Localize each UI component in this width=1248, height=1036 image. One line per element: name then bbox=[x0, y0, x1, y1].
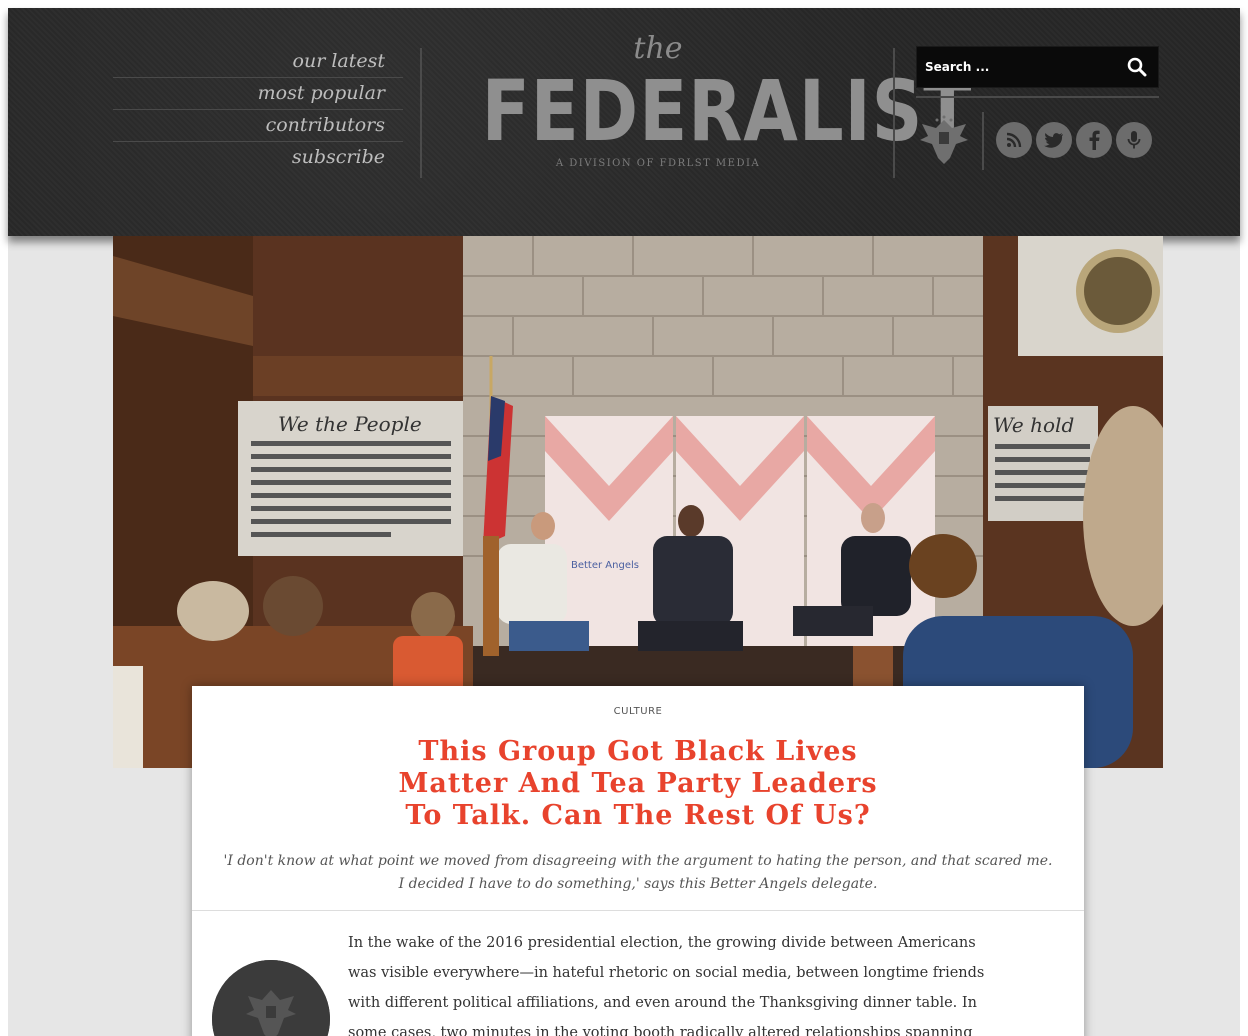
nav-most-popular[interactable]: most popular bbox=[113, 78, 403, 110]
hero-backdrop-label: Better Angels bbox=[571, 560, 639, 571]
search-icon bbox=[1127, 57, 1147, 77]
header-divider-right bbox=[893, 48, 895, 178]
card-divider bbox=[192, 910, 1084, 911]
search-button[interactable] bbox=[1122, 53, 1152, 81]
rss-icon[interactable] bbox=[996, 122, 1032, 158]
site-logo[interactable]: the FEDERALIST A DIVISION OF FDRLST MEDI… bbox=[448, 31, 973, 170]
article-title-line-3: To Talk. Can The Rest Of Us? bbox=[405, 800, 871, 831]
article-title-line-2: Matter And Tea Party Leaders bbox=[398, 768, 878, 799]
nav-subscribe[interactable]: subscribe bbox=[113, 142, 403, 173]
podcast-microphone-icon[interactable] bbox=[1116, 122, 1152, 158]
search-underline bbox=[916, 96, 1159, 98]
logo-wordmark: FEDERALIST bbox=[481, 62, 973, 160]
nav-our-latest[interactable]: our latest bbox=[113, 46, 403, 78]
header-divider-left bbox=[420, 48, 422, 178]
search-input[interactable] bbox=[925, 47, 1115, 87]
article-body: In the wake of the 2016 presidential ele… bbox=[348, 928, 1038, 1036]
logo-the: the bbox=[633, 31, 683, 66]
hero-banner-left-heading: We the People bbox=[278, 412, 422, 436]
main-nav: our latest most popular contributors sub… bbox=[113, 46, 403, 173]
social-divider bbox=[982, 112, 984, 170]
site-header: our latest most popular contributors sub… bbox=[8, 8, 1240, 236]
nav-contributors[interactable]: contributors bbox=[113, 110, 403, 142]
article-title[interactable]: This Group Got Black Lives Matter And Te… bbox=[342, 736, 934, 832]
twitter-icon[interactable] bbox=[1036, 122, 1072, 158]
article-title-line-1: This Group Got Black Lives bbox=[418, 736, 858, 767]
article-category[interactable]: CULTURE bbox=[192, 706, 1084, 717]
search-box bbox=[916, 46, 1159, 88]
article-subtitle: 'I don't know at what point we moved fro… bbox=[223, 853, 1053, 892]
federalist-emblem-icon bbox=[212, 960, 330, 1036]
hero-banner-right-heading: We hold bbox=[993, 413, 1074, 437]
eagle-logo-icon[interactable] bbox=[916, 114, 972, 166]
article-body-line-4: some cases, two minutes in the voting bo… bbox=[348, 1025, 973, 1036]
article-card: CULTURE This Group Got Black Lives Matte… bbox=[192, 686, 1084, 1036]
facebook-icon[interactable] bbox=[1076, 122, 1112, 158]
author-avatar[interactable] bbox=[212, 960, 330, 1036]
social-icons bbox=[916, 110, 1159, 170]
article-body-line-1: In the wake of the 2016 presidential ele… bbox=[348, 935, 976, 951]
article-body-line-3: with different political affiliations, a… bbox=[348, 995, 977, 1011]
article-body-line-2: was visible everywhere—in hateful rhetor… bbox=[348, 965, 985, 981]
